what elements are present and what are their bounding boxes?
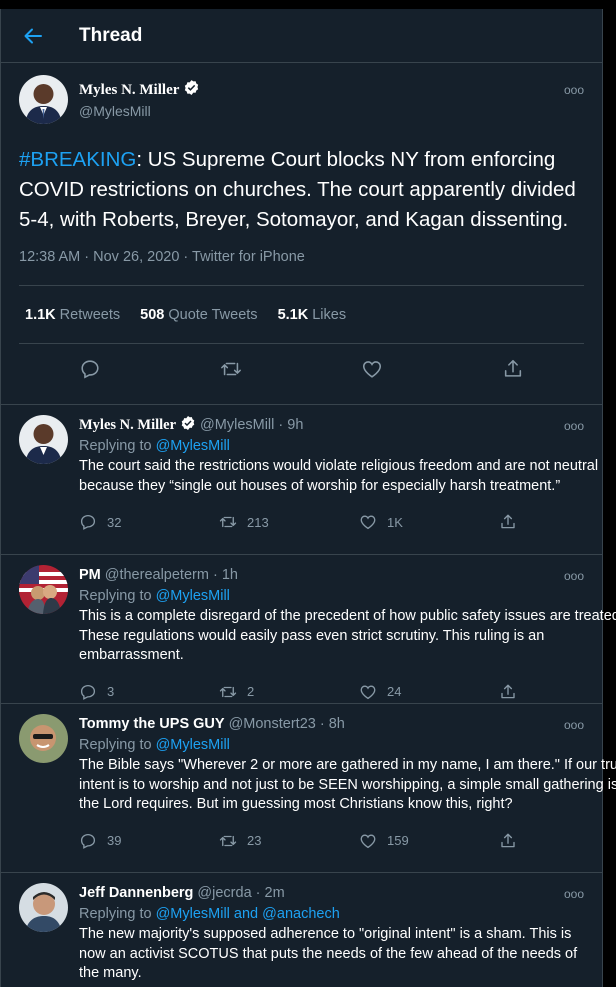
author-name[interactable]: Jeff Dannenberg (79, 885, 193, 901)
quotes-count: 508 (140, 306, 165, 323)
author-meta[interactable]: @therealpeterm · 1h (105, 567, 238, 583)
like-icon (360, 685, 376, 699)
author-meta[interactable]: @jecrda · 2m (197, 885, 284, 901)
reply-tweet[interactable]: ooo Myles N. Miller @MylesMill · 9h Repl… (1, 405, 602, 555)
tweet-text: #BREAKING: US Supreme Court blocks NY fr… (19, 145, 584, 235)
back-arrow-icon[interactable] (23, 24, 47, 48)
retweet-action[interactable]: 2 (219, 683, 359, 701)
like-action[interactable]: 159 (359, 832, 499, 850)
window-top-bar (0, 0, 616, 9)
author-meta[interactable]: @MylesMill · 9h (200, 417, 303, 433)
tweet-text: The Bible says "Wherever 2 or more are g… (79, 757, 616, 812)
author-handle[interactable]: @MylesMill (79, 103, 200, 119)
author-name[interactable]: Myles N. Miller (79, 417, 176, 434)
tweet-actions (19, 344, 584, 394)
replying-to-link[interactable]: @MylesMill and @anachech (156, 906, 340, 922)
like-count: 1K (387, 514, 403, 530)
like-icon (360, 834, 376, 848)
hashtag-link[interactable]: #BREAKING (19, 148, 136, 171)
retweet-icon (219, 686, 237, 697)
retweet-count: 213 (247, 514, 269, 530)
share-icon[interactable] (499, 832, 616, 850)
reply-tweet[interactable]: ooo PM @therealpeterm · 1h Replying to @… (1, 555, 616, 704)
retweets-label: Retweets (59, 306, 121, 323)
more-options-icon[interactable]: ooo (564, 419, 584, 433)
reply-count: 39 (107, 833, 122, 848)
retweet-action[interactable]: 23 (219, 832, 359, 850)
retweet-action[interactable]: 213 (219, 513, 359, 531)
author-name[interactable]: PM (79, 567, 101, 583)
reply-count: 32 (107, 514, 122, 530)
author-meta[interactable]: @Monstert23 · 8h (229, 716, 345, 732)
tweet-text: The court said the restrictions would vi… (79, 458, 599, 494)
retweet-icon[interactable] (160, 358, 301, 380)
tweet-text: This is a complete disregard of the prec… (79, 608, 616, 663)
tweet-actions: 39 23 159 (79, 821, 616, 861)
more-options-icon[interactable]: ooo (564, 887, 584, 901)
tweet-timestamp[interactable]: 12:38 AM · Nov 26, 2020 · Twitter for iP… (19, 249, 584, 265)
replying-to: Replying to @MylesMill (79, 436, 616, 456)
reply-tweet[interactable]: ooo Tommy the UPS GUY @Monstert23 · 8h R… (1, 704, 616, 873)
reply-count: 3 (107, 684, 115, 699)
likes-stat[interactable]: 5.1K Likes (278, 307, 347, 323)
retweets-count: 1.1K (25, 306, 56, 323)
reply-action[interactable]: 39 (79, 832, 219, 850)
more-options-icon[interactable]: ooo (564, 83, 584, 97)
share-icon[interactable] (442, 358, 583, 380)
reply-action[interactable]: 3 (79, 683, 219, 701)
main-tweet: ooo Myles N. Miller @MylesMill #BREAKING… (1, 63, 602, 405)
reply-icon (80, 684, 96, 700)
replying-prefix: Replying to (79, 906, 156, 922)
author-name[interactable]: Myles N. Miller (79, 79, 200, 101)
retweet-count: 23 (247, 833, 262, 848)
tweet-text: The new majority's supposed adherence to… (79, 926, 578, 981)
more-options-icon[interactable]: ooo (564, 569, 584, 583)
tweet-actions: 32 213 1K (79, 502, 616, 542)
like-count: 159 (387, 833, 409, 848)
like-action[interactable]: 1K (359, 513, 499, 531)
tweet-stats: 1.1K Retweets 508 Quote Tweets 5.1K Like… (19, 285, 584, 344)
avatar[interactable] (19, 415, 68, 464)
replying-to: Replying to @MylesMill (79, 735, 616, 755)
share-icon[interactable] (499, 513, 616, 531)
like-count: 24 (387, 684, 402, 699)
replying-prefix: Replying to (79, 737, 156, 753)
share-icon[interactable] (499, 683, 616, 701)
replying-to: Replying to @MylesMill and @anachech (79, 904, 584, 924)
author-name[interactable]: Tommy the UPS GUY (79, 716, 225, 732)
retweet-icon (219, 835, 237, 846)
replying-to: Replying to @MylesMill (79, 586, 616, 606)
reply-icon[interactable] (19, 358, 160, 380)
likes-label: Likes (312, 306, 347, 323)
avatar[interactable] (19, 565, 68, 614)
quotes-label: Quote Tweets (168, 306, 258, 323)
retweet-icon (219, 516, 237, 528)
like-icon (360, 515, 376, 530)
replying-to-link[interactable]: @MylesMill (156, 588, 230, 604)
avatar[interactable] (19, 714, 68, 763)
avatar[interactable] (19, 883, 68, 932)
reply-action[interactable]: 32 (79, 513, 219, 531)
reply-icon (80, 833, 96, 849)
thread-column: Thread ooo Myles N. Miller @MylesMill #B… (0, 9, 616, 987)
reply-icon (80, 514, 96, 530)
quote-tweets-stat[interactable]: 508 Quote Tweets (140, 307, 257, 323)
author-name-text: Myles N. Miller (79, 81, 180, 98)
retweet-count: 2 (247, 684, 255, 699)
verified-badge-icon (183, 79, 200, 101)
verified-badge-icon (180, 415, 196, 435)
more-options-icon[interactable]: ooo (564, 718, 584, 732)
thread-header: Thread (1, 9, 602, 63)
reply-tweet[interactable]: ooo Jeff Dannenberg @jecrda · 2m Replyin… (1, 873, 602, 987)
likes-count: 5.1K (277, 306, 309, 323)
replying-prefix: Replying to (79, 438, 156, 454)
replying-prefix: Replying to (79, 588, 156, 604)
retweets-stat[interactable]: 1.1K Retweets (25, 307, 120, 323)
replying-to-link[interactable]: @MylesMill (156, 737, 230, 753)
replying-to-link[interactable]: @MylesMill (156, 438, 230, 454)
avatar[interactable] (19, 74, 68, 124)
like-action[interactable]: 24 (359, 683, 499, 701)
page-title: Thread (79, 24, 143, 46)
like-icon[interactable] (301, 358, 442, 380)
